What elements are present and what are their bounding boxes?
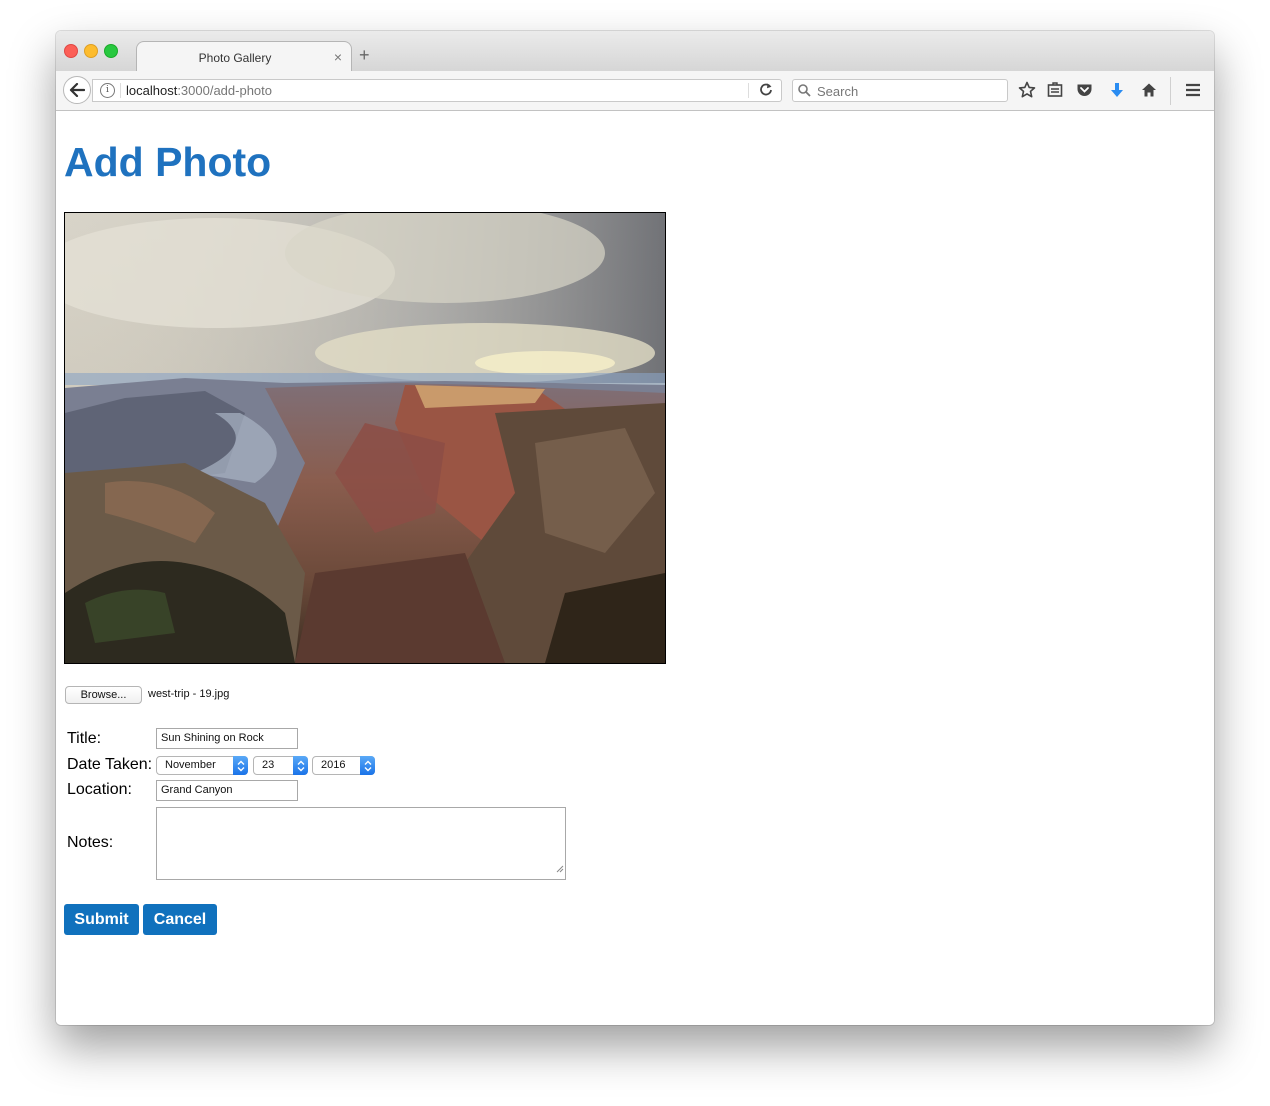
title-input[interactable]: Sun Shining on Rock <box>156 728 298 749</box>
reload-icon[interactable] <box>759 82 773 99</box>
back-button[interactable] <box>63 76 91 104</box>
day-chevron-icon <box>293 756 308 775</box>
day-value: 23 <box>262 759 275 771</box>
year-select[interactable]: 2016 <box>312 756 375 775</box>
pocket-icon[interactable] <box>1075 81 1093 99</box>
search-icon <box>798 84 811 102</box>
url-path: :3000/add-photo <box>177 83 273 98</box>
month-value: November <box>165 759 216 771</box>
month-chevron-icon <box>233 756 248 775</box>
date-taken-label: Date Taken: <box>67 756 153 773</box>
year-value: 2016 <box>321 759 346 771</box>
selected-file-name: west-trip - 19.jpg <box>148 688 230 700</box>
title-bar: Photo Gallery × + <box>56 31 1214 73</box>
tab-title: Photo Gallery <box>198 51 272 65</box>
notes-label: Notes: <box>67 834 114 851</box>
submit-button[interactable]: Submit <box>64 904 139 935</box>
close-window-button[interactable] <box>64 44 78 58</box>
page-content: Add Photo Browse... west-trip - 19.jpg T… <box>56 111 1214 1025</box>
zoom-window-button[interactable] <box>104 44 118 58</box>
home-icon[interactable] <box>1140 81 1158 99</box>
search-bar[interactable]: Search <box>792 79 1008 102</box>
resize-grip-icon[interactable] <box>556 860 564 878</box>
toolbar-separator <box>1170 77 1171 105</box>
browser-window: Photo Gallery × + i localhost:3000/add-p… <box>56 31 1214 1025</box>
notes-textarea[interactable] <box>156 807 566 880</box>
minimize-window-button[interactable] <box>84 44 98 58</box>
location-label: Location: <box>67 781 132 798</box>
location-input[interactable]: Grand Canyon <box>156 780 298 801</box>
info-icon[interactable]: i <box>100 83 115 98</box>
url-host: localhost <box>126 83 178 98</box>
search-placeholder: Search <box>817 84 859 99</box>
navigation-toolbar: i localhost:3000/add-photo Search <box>56 71 1214 111</box>
page-title: Add Photo <box>64 139 272 185</box>
month-select[interactable]: November <box>156 756 248 775</box>
title-label: Title: <box>67 730 102 747</box>
cancel-button[interactable]: Cancel <box>143 904 217 935</box>
url-divider <box>748 83 749 98</box>
reading-list-icon[interactable] <box>1046 81 1064 99</box>
back-arrow-icon <box>69 83 85 97</box>
year-chevron-icon <box>360 756 375 775</box>
url-bar[interactable]: i localhost:3000/add-photo <box>92 79 782 102</box>
photo-preview <box>64 212 666 664</box>
browse-button[interactable]: Browse... <box>65 686 142 704</box>
new-tab-button[interactable]: + <box>359 46 370 64</box>
day-select[interactable]: 23 <box>253 756 308 775</box>
tab-photo-gallery[interactable]: Photo Gallery × <box>136 41 352 73</box>
url-separator <box>120 83 121 98</box>
menu-hamburger-icon[interactable] <box>1184 81 1202 99</box>
url-text[interactable]: localhost:3000/add-photo <box>126 83 272 98</box>
close-tab-icon[interactable]: × <box>334 49 342 65</box>
download-arrow-icon[interactable] <box>1108 81 1126 99</box>
bookmark-star-icon[interactable] <box>1018 81 1036 99</box>
